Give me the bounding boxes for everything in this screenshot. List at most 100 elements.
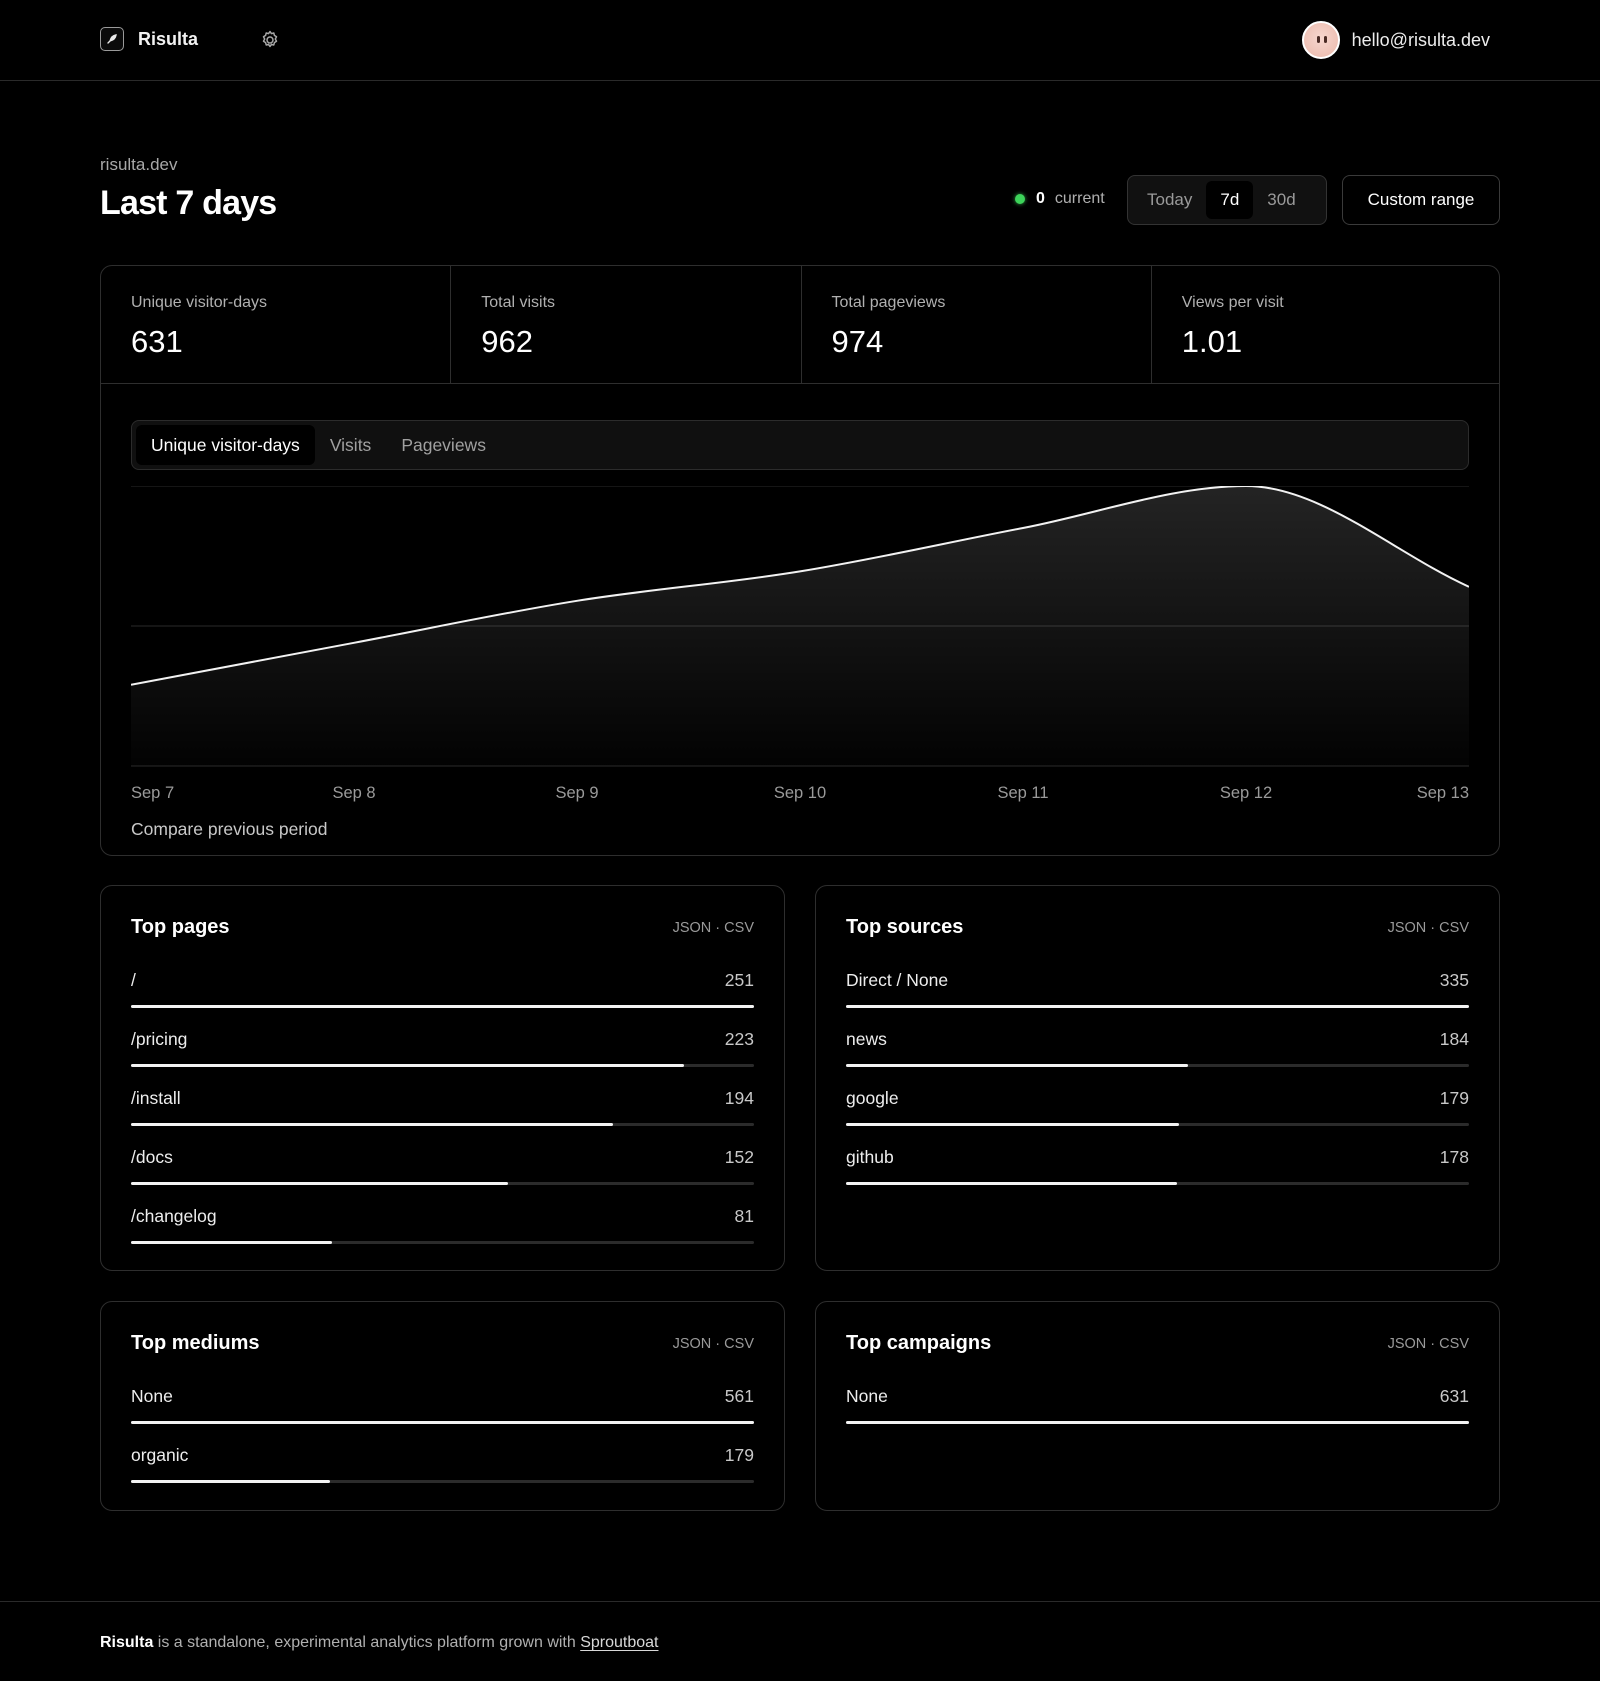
list-item[interactable]: news 184	[846, 1029, 1469, 1088]
row-bar-track	[846, 1421, 1469, 1424]
row-label: None	[846, 1386, 888, 1406]
stat-unique-visitor-days: Unique visitor-days 631	[101, 266, 452, 383]
panel-title: Top campaigns	[846, 1332, 992, 1354]
export-links: JSON · CSV	[673, 1336, 754, 1352]
row-label: organic	[131, 1445, 189, 1465]
footer-brand: Risulta	[100, 1634, 154, 1651]
top-campaigns-panel: Top campaigns JSON · CSV None 631	[815, 1301, 1500, 1511]
row-count: 179	[724, 1445, 754, 1465]
export-links: JSON · CSV	[673, 920, 754, 936]
range-selector: Today 7d 30d	[1127, 175, 1327, 225]
chart-point[interactable]	[790, 561, 810, 581]
row-count: 179	[1439, 1088, 1469, 1108]
brand-name: Risulta	[138, 28, 199, 49]
live-label: current	[1054, 190, 1105, 207]
chart-point[interactable]	[344, 633, 364, 653]
export-json-link[interactable]: JSON	[673, 920, 712, 936]
list-item[interactable]: Direct / None 335	[846, 970, 1469, 1029]
live-dot-icon	[1015, 194, 1025, 204]
tab-visits[interactable]: Visits	[315, 425, 387, 465]
row-bar-fill	[131, 1123, 613, 1126]
export-json-link[interactable]: JSON	[1388, 1336, 1427, 1352]
x-tick-label: Sep 13	[1417, 784, 1469, 802]
footer-description: is a standalone, experimental analytics …	[153, 1634, 581, 1651]
panel-rows: / 251/pricing 223/install 194/docs 152/chang…	[131, 970, 754, 1265]
row-count: 251	[724, 970, 754, 990]
user-menu[interactable]: hello@risulta.dev	[1301, 21, 1490, 59]
row-label: github	[846, 1147, 894, 1167]
list-item[interactable]: google 179	[846, 1088, 1469, 1147]
list-item[interactable]: /pricing 223	[131, 1029, 754, 1088]
footer-text: Risulta is a standalone, experimental an…	[100, 1634, 659, 1652]
row-bar-track	[846, 1064, 1469, 1067]
export-csv-link[interactable]: CSV	[724, 920, 754, 936]
row-label: None	[131, 1386, 173, 1406]
export-links: JSON · CSV	[1388, 1336, 1469, 1352]
row-bar-fill	[131, 1064, 685, 1067]
stats-row: Unique visitor-days 631 Total visits 962…	[101, 266, 1499, 384]
metric-tabs: Unique visitor-days Visits Pageviews	[131, 420, 1469, 470]
row-bar-track	[131, 1480, 754, 1483]
export-csv-link[interactable]: CSV	[724, 1336, 754, 1352]
row-bar-fill	[846, 1123, 1179, 1126]
tab-unique-visitor-days[interactable]: Unique visitor-days	[136, 425, 315, 465]
list-item[interactable]: / 251	[131, 970, 754, 1029]
feather-logo-icon	[100, 27, 124, 51]
x-tick-label: Sep 12	[1220, 784, 1272, 802]
row-bar-track	[131, 1182, 754, 1185]
top-bar: Risulta hello@risulta.dev	[0, 0, 1600, 81]
range-7d-button[interactable]: 7d	[1206, 181, 1254, 219]
chart-point[interactable]	[567, 591, 587, 611]
row-bar-track	[131, 1421, 754, 1424]
row-label: Direct / None	[846, 970, 949, 990]
list-item[interactable]: github 178	[846, 1147, 1469, 1206]
panel-title: Top pages	[131, 916, 230, 938]
row-bar-fill	[131, 1241, 333, 1244]
compare-previous-period-toggle[interactable]: Compare previous period	[131, 819, 328, 840]
stat-label: Unique visitor-days	[131, 294, 268, 311]
chart-point[interactable]	[1013, 518, 1033, 538]
export-separator: ·	[1426, 1336, 1440, 1352]
stat-label: Total pageviews	[831, 294, 946, 311]
export-json-link[interactable]: JSON	[673, 1336, 712, 1352]
list-item[interactable]: None 631	[846, 1386, 1469, 1445]
brand[interactable]: Risulta	[100, 27, 198, 51]
list-item[interactable]: None 561	[131, 1386, 754, 1445]
row-bar-track	[846, 1005, 1469, 1008]
row-count: 184	[1439, 1029, 1469, 1049]
list-item[interactable]: organic 179	[131, 1445, 754, 1504]
row-bar-track	[846, 1182, 1469, 1185]
list-item[interactable]: /install 194	[131, 1088, 754, 1147]
tab-pageviews[interactable]: Pageviews	[386, 425, 501, 465]
range-today-button[interactable]: Today	[1133, 181, 1206, 219]
live-count: 0	[1036, 190, 1045, 207]
row-bar-track	[131, 1064, 754, 1067]
stat-value: 631	[131, 324, 183, 359]
export-csv-link[interactable]: CSV	[1439, 920, 1469, 936]
row-count: 194	[724, 1088, 754, 1108]
stat-label: Views per visit	[1181, 294, 1284, 311]
list-item[interactable]: /changelog 81	[131, 1206, 754, 1265]
export-links: JSON · CSV	[1388, 920, 1469, 936]
row-bar-fill	[846, 1421, 1469, 1424]
list-item[interactable]: /docs 152	[131, 1147, 754, 1206]
range-30d-button[interactable]: 30d	[1253, 181, 1309, 219]
row-label: google	[846, 1088, 899, 1108]
row-bar-track	[846, 1123, 1469, 1126]
export-csv-link[interactable]: CSV	[1439, 1336, 1469, 1352]
sproutboat-link[interactable]: Sproutboat	[580, 1634, 658, 1651]
row-count: 631	[1439, 1386, 1469, 1406]
panel-title: Top mediums	[131, 1332, 260, 1354]
panel-rows: Direct / None 335 news 184 google 179 github 17…	[846, 970, 1469, 1206]
row-label: news	[846, 1029, 887, 1049]
stat-total-visits: Total visits 962	[451, 266, 802, 383]
row-count: 81	[734, 1206, 754, 1226]
row-bar-fill	[131, 1005, 754, 1008]
gear-icon[interactable]	[258, 28, 282, 52]
panel-title: Top sources	[846, 916, 964, 938]
row-bar-fill	[131, 1182, 509, 1185]
export-json-link[interactable]: JSON	[1388, 920, 1427, 936]
stat-views-per-visit: Views per visit 1.01	[1152, 266, 1499, 383]
custom-range-button[interactable]: Custom range	[1342, 175, 1500, 225]
stats-card: Unique visitor-days 631 Total visits 962…	[100, 265, 1500, 856]
